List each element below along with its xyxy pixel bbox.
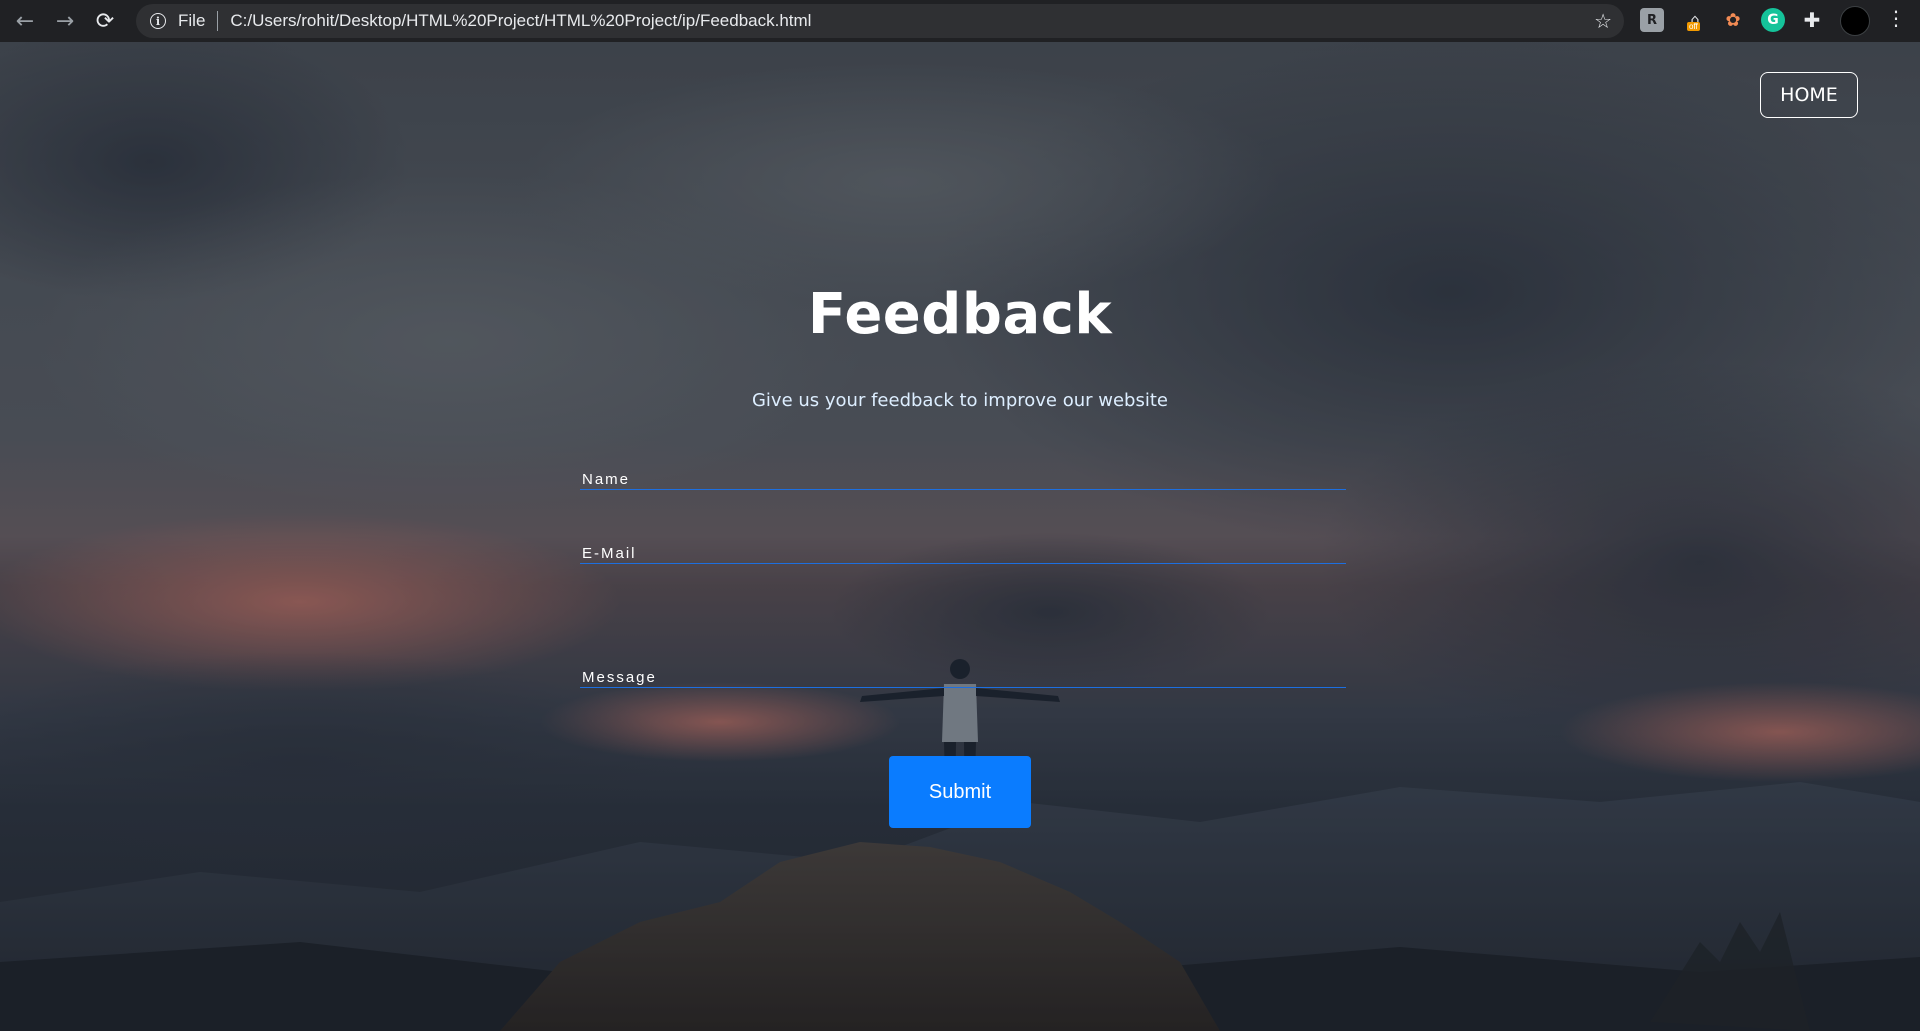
message-field[interactable]: Message	[580, 669, 1346, 688]
back-icon[interactable]: ←	[10, 6, 40, 36]
forward-icon[interactable]: →	[50, 6, 80, 36]
page-title: Feedback	[807, 282, 1113, 347]
url-text[interactable]: C:/Users/rohit/Desktop/HTML%20Project/HT…	[230, 11, 811, 31]
extensions-puzzle-icon[interactable]: ✚	[1800, 8, 1824, 32]
browser-toolbar: ← → ⟳ i File C:/Users/rohit/Desktop/HTML…	[0, 0, 1920, 42]
email-field[interactable]: E-Mail	[580, 545, 1346, 564]
extension-cookie-icon[interactable]: ✿	[1721, 8, 1745, 32]
message-label: Message	[582, 669, 657, 686]
url-scheme: File	[178, 11, 206, 30]
email-label: E-Mail	[582, 545, 637, 562]
site-info-icon[interactable]: i	[150, 13, 166, 29]
name-label: Name	[582, 471, 631, 488]
address-bar[interactable]: i File C:/Users/rohit/Desktop/HTML%20Pro…	[136, 4, 1624, 38]
bookmark-star-icon[interactable]: ☆	[1594, 9, 1612, 33]
page-viewport: HOME Feedback Give us your feedback to i…	[0, 42, 1920, 1031]
background-dim-overlay	[0, 42, 1920, 1031]
extension-grammarly-icon[interactable]: G	[1761, 8, 1785, 32]
browser-menu-icon[interactable]: ⋮	[1886, 6, 1906, 30]
url-separator	[217, 11, 219, 31]
submit-button[interactable]: Submit	[889, 756, 1031, 828]
home-button[interactable]: HOME	[1760, 72, 1858, 118]
reload-icon[interactable]: ⟳	[90, 6, 120, 36]
name-field[interactable]: Name	[580, 471, 1346, 490]
profile-avatar[interactable]	[1840, 6, 1870, 36]
extension-cart-icon[interactable]: ⌂ off	[1683, 8, 1707, 32]
extension-reader-icon[interactable]: R	[1640, 8, 1664, 32]
page-subtitle: Give us your feedback to improve our web…	[751, 390, 1168, 411]
extension-off-badge: off	[1687, 22, 1700, 31]
